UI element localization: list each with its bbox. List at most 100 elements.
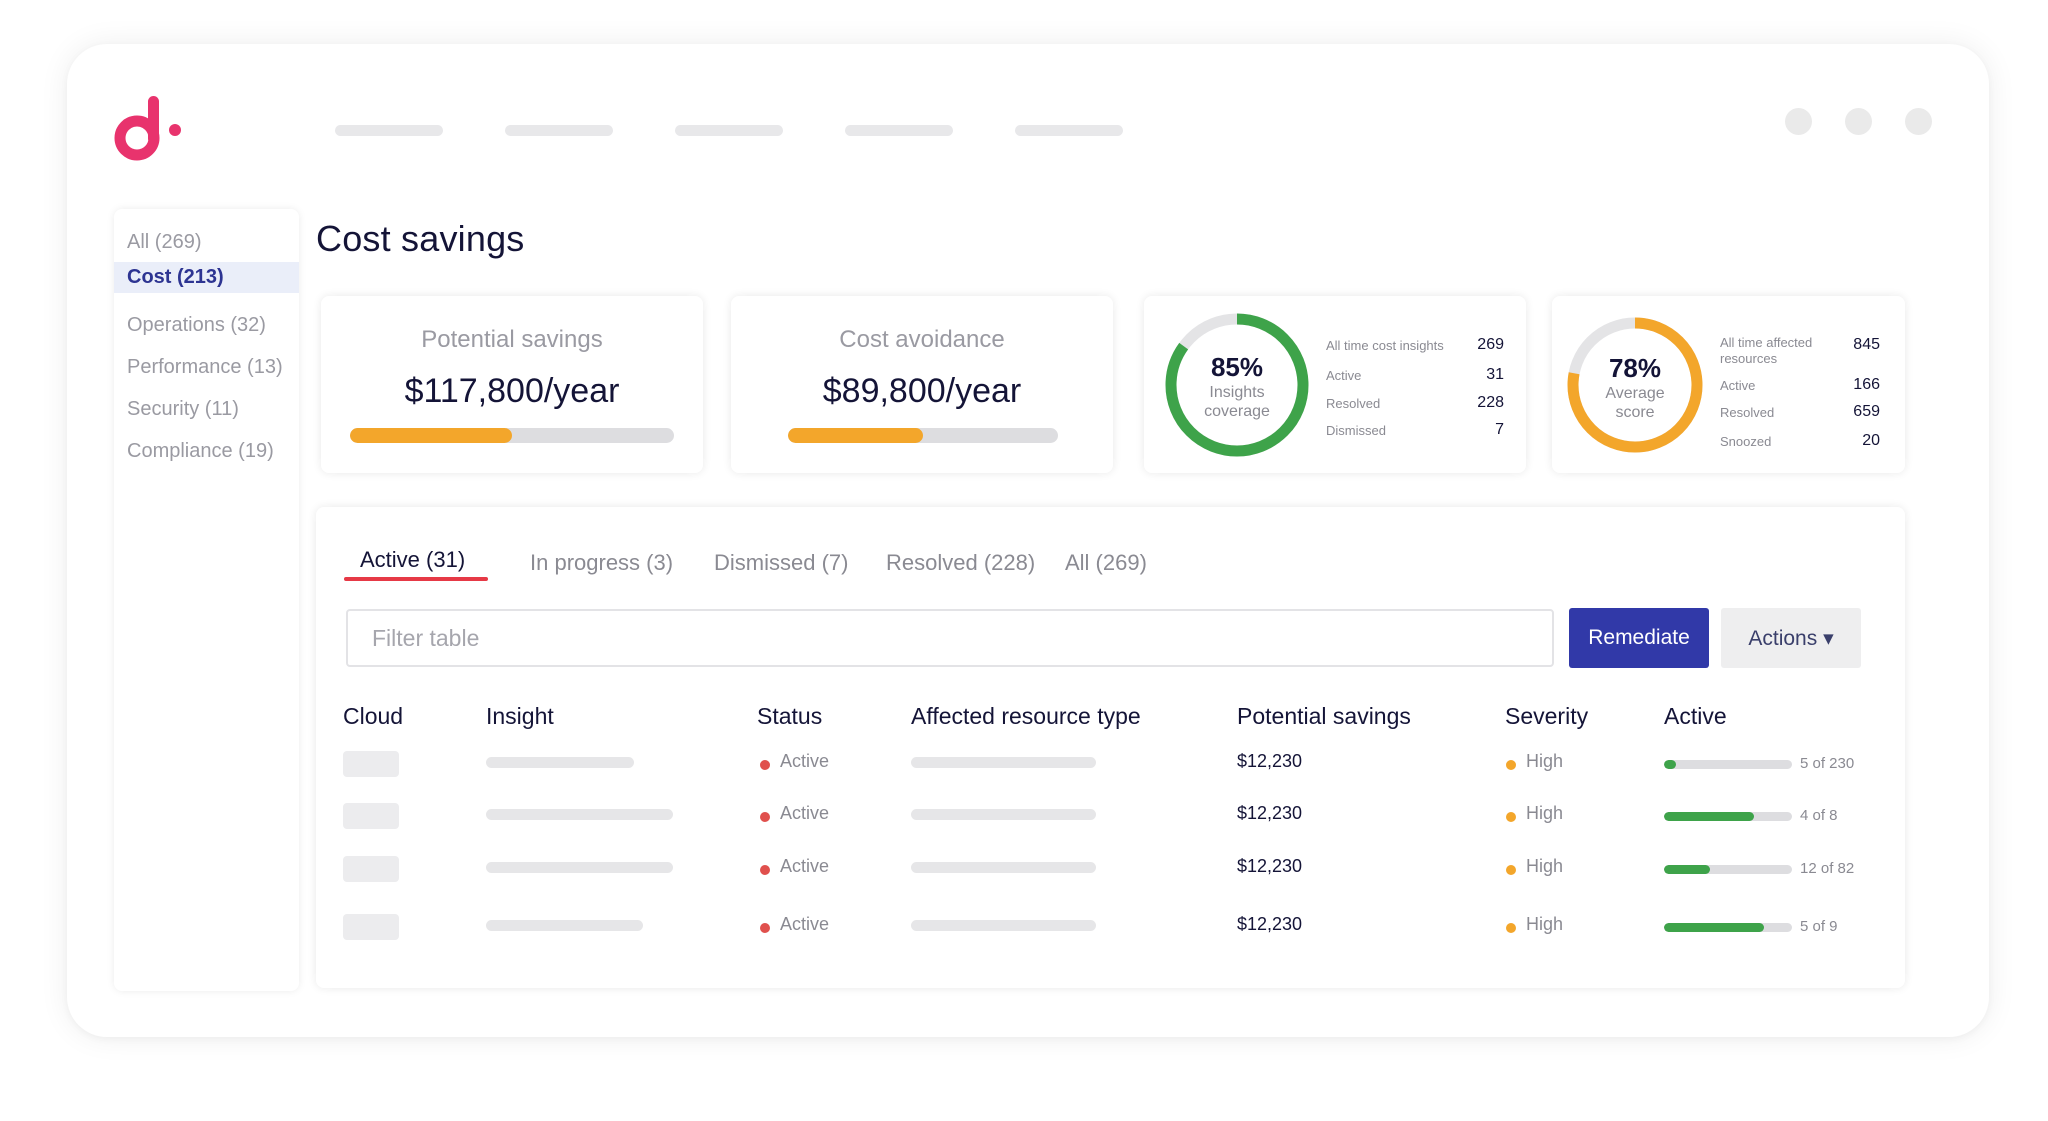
sidebar-item-cost[interactable]: Cost (213) xyxy=(114,262,299,293)
tab-active[interactable]: Active (31) xyxy=(360,547,465,573)
stat-label: Active xyxy=(1720,378,1756,393)
insight-placeholder xyxy=(486,920,643,931)
window-control-dot[interactable] xyxy=(1845,108,1872,135)
stat-value: 7 xyxy=(1495,421,1504,438)
sidebar-item-all[interactable]: All (269) xyxy=(114,225,299,259)
insight-placeholder xyxy=(486,809,673,820)
actions-dropdown-button[interactable]: Actions ▾ xyxy=(1721,608,1861,668)
active-progress-fill xyxy=(1664,923,1764,932)
tab-dismissed[interactable]: Dismissed (7) xyxy=(714,550,848,576)
nav-link-placeholder[interactable] xyxy=(505,125,613,136)
active-progress-fill xyxy=(1664,760,1676,769)
tab-in-progress[interactable]: In progress (3) xyxy=(530,550,673,576)
column-header-severity[interactable]: Severity xyxy=(1505,703,1588,730)
coverage-percent: 85% xyxy=(1210,352,1264,382)
tab-resolved[interactable]: Resolved (228) xyxy=(886,550,1035,576)
potential-savings-card: Potential savings $117,800/year xyxy=(321,296,703,473)
kpi-progress-fill xyxy=(788,428,923,443)
status-text: Active xyxy=(780,856,830,876)
stat-label: Dismissed xyxy=(1326,423,1386,438)
active-progress-fill xyxy=(1664,812,1754,821)
stat-label: Active xyxy=(1326,368,1362,383)
window-control-dot[interactable] xyxy=(1785,108,1812,135)
nav-link-placeholder[interactable] xyxy=(675,125,783,136)
stat-value: 20 xyxy=(1862,432,1880,449)
stat-value: 228 xyxy=(1477,394,1504,411)
brand-logo[interactable] xyxy=(113,96,185,164)
sidebar-item-security[interactable]: Security (11) xyxy=(114,388,299,430)
severity-text: High xyxy=(1526,856,1564,876)
resource-type-placeholder xyxy=(911,757,1096,768)
stat-value: 31 xyxy=(1486,366,1504,383)
page-title: Cost savings xyxy=(316,218,525,259)
sidebar-item-operations[interactable]: Operations (32) xyxy=(114,304,299,346)
cloud-placeholder xyxy=(343,751,399,777)
score-caption: score xyxy=(1615,404,1655,421)
stat-label: All time cost insights xyxy=(1326,338,1444,353)
coverage-donut-center: 85% Insights coverage xyxy=(1172,352,1302,421)
nav-link-placeholder[interactable] xyxy=(1015,125,1123,136)
active-progress-bar xyxy=(1664,812,1792,821)
sidebar-item-compliance[interactable]: Compliance (19) xyxy=(114,430,299,472)
nav-link-placeholder[interactable] xyxy=(845,125,953,136)
status-text: Active xyxy=(780,751,830,771)
kpi-progress-bar xyxy=(350,428,674,443)
status-text: Active xyxy=(780,914,830,934)
column-header-potential-savings[interactable]: Potential savings xyxy=(1237,703,1411,730)
active-count: 12 of 82 xyxy=(1800,860,1855,877)
stat-label: Snoozed xyxy=(1720,434,1772,449)
kpi-value: $117,800/year xyxy=(404,372,620,410)
tab-all[interactable]: All (269) xyxy=(1065,550,1147,576)
stat-label: Resolved xyxy=(1720,405,1775,420)
status-dot xyxy=(760,760,770,770)
nav-link-placeholder[interactable] xyxy=(335,125,443,136)
filter-table-input[interactable] xyxy=(346,609,1554,667)
score-caption: Average xyxy=(1605,385,1665,402)
kpi-progress-fill xyxy=(350,428,512,443)
stat-label: All time affected xyxy=(1720,335,1813,350)
score-percent: 78% xyxy=(1608,353,1662,383)
column-header-resource-type[interactable]: Affected resource type xyxy=(911,703,1141,730)
category-sidebar: All (269) Cost (213) Operations (32) Per… xyxy=(114,209,299,991)
severity-dot xyxy=(1506,760,1516,770)
kpi-value: $89,800/year xyxy=(822,372,1022,410)
stat-value: 845 xyxy=(1853,336,1880,353)
insights-coverage-card: 85% Insights coverage All time cost insi… xyxy=(1144,296,1526,473)
column-header-active[interactable]: Active xyxy=(1664,703,1727,730)
status-text: Active xyxy=(780,803,830,823)
score-donut-center: 78% Average score xyxy=(1570,353,1700,422)
active-progress-fill xyxy=(1664,865,1711,874)
potential-savings-value: $12,230 xyxy=(1237,856,1303,876)
sidebar-item-performance[interactable]: Performance (13) xyxy=(114,346,299,388)
kpi-progress-bar xyxy=(788,428,1058,443)
coverage-caption: Insights xyxy=(1209,384,1265,401)
active-progress-bar xyxy=(1664,865,1792,874)
kpi-label: Potential savings xyxy=(421,326,603,353)
coverage-caption: coverage xyxy=(1204,403,1270,420)
active-progress-bar xyxy=(1664,923,1792,932)
insights-table-panel: Active (31) In progress (3) Dismissed (7… xyxy=(316,507,1905,988)
status-dot xyxy=(760,865,770,875)
cloud-placeholder xyxy=(343,803,399,829)
column-header-insight[interactable]: Insight xyxy=(486,703,554,730)
insight-placeholder xyxy=(486,862,673,873)
severity-dot xyxy=(1506,923,1516,933)
column-header-cloud[interactable]: Cloud xyxy=(343,703,403,730)
severity-dot xyxy=(1506,865,1516,875)
status-dot xyxy=(760,812,770,822)
stat-value: 269 xyxy=(1477,336,1504,353)
kpi-label: Cost avoidance xyxy=(839,326,1005,353)
column-header-status[interactable]: Status xyxy=(757,703,822,730)
cloud-placeholder xyxy=(343,856,399,882)
active-tab-indicator xyxy=(344,577,488,581)
stat-label: resources xyxy=(1720,351,1778,366)
insight-placeholder xyxy=(486,757,634,768)
resource-type-placeholder xyxy=(911,920,1096,931)
severity-text: High xyxy=(1526,751,1564,771)
average-score-card: 78% Average score All time affected reso… xyxy=(1552,296,1905,473)
remediate-button[interactable]: Remediate xyxy=(1569,608,1709,668)
stat-value: 659 xyxy=(1853,403,1880,420)
severity-dot xyxy=(1506,812,1516,822)
cloud-placeholder xyxy=(343,914,399,940)
window-control-dot[interactable] xyxy=(1905,108,1932,135)
